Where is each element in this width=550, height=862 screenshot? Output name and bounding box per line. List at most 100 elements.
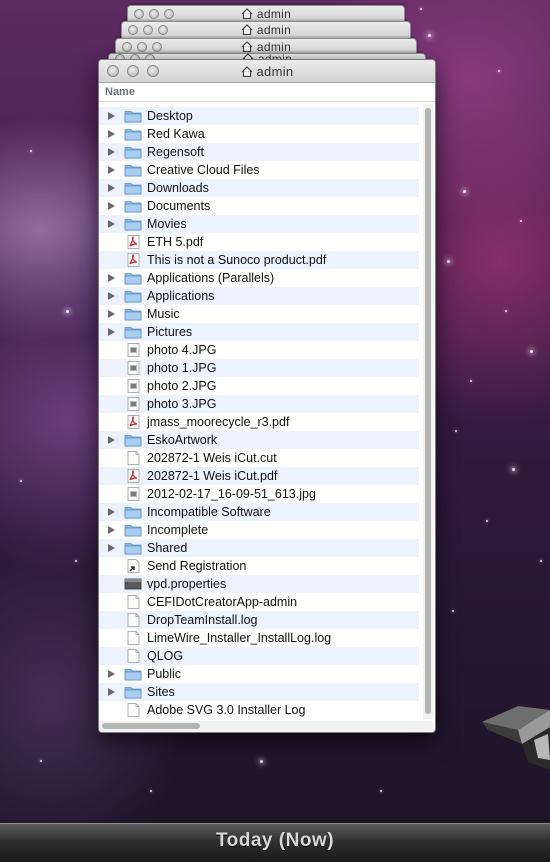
column-header-name[interactable]: Name [99,83,435,102]
file-row[interactable]: EskoArtwork [99,431,419,449]
disclosure-triangle-icon[interactable] [108,274,115,282]
file-name: Music [147,307,180,321]
file-name: 202872-1 Weis iCut.pdf [147,469,278,483]
file-list: Desktop Red Kawa Regensoft Creative Cloud F… [99,107,419,719]
file-name: Pictures [147,325,193,339]
wallpaper-shape [482,706,550,770]
disclosure-triangle-icon[interactable] [108,220,115,228]
file-name: Adobe SVG 3.0 Installer Log [147,703,306,717]
file-name: Red Kawa [147,127,205,141]
file-row[interactable]: 202872-1 Weis iCut.cut [99,449,419,467]
file-name: Applications (Parallels) [147,271,275,285]
file-row[interactable]: Public [99,665,419,683]
disclosure-triangle-icon[interactable] [108,670,115,678]
file-name: photo 2.JPG [147,379,217,393]
folder-icon [124,109,142,123]
file-name: photo 1.JPG [147,361,217,375]
file-name: 2012-02-17_16-09-51_613.jpg [147,487,316,501]
scrollbar-thumb[interactable] [102,723,200,729]
file-name: Incomplete [147,523,209,537]
file-name: Incompatible Software [147,505,271,519]
bottom-bar: Today (Now) [0,823,550,862]
file-row[interactable]: Send Registration [99,557,419,575]
file-row[interactable]: Incompatible Software [99,503,419,521]
file-name: Public [147,667,182,681]
folder-icon [124,181,142,195]
pdf-file-icon [124,415,142,429]
file-name: 202872-1 Weis iCut.cut [147,451,277,465]
scrollbar-thumb[interactable] [425,108,431,714]
image-file-icon [124,487,142,501]
file-row[interactable]: photo 2.JPG [99,377,419,395]
folder-icon [124,145,142,159]
disclosure-triangle-icon[interactable] [108,328,115,336]
disclosure-triangle-icon[interactable] [108,112,115,120]
file-row[interactable]: Applications [99,287,419,305]
folder-icon [124,325,142,339]
disclosure-triangle-icon[interactable] [108,292,115,300]
disclosure-triangle-icon[interactable] [108,508,115,516]
file-row[interactable]: Movies [99,215,419,233]
disclosure-triangle-icon[interactable] [108,184,115,192]
file-row[interactable]: Downloads [99,179,419,197]
file-name: Documents [147,199,211,213]
stacked-window-title: admin [256,23,292,37]
file-row[interactable]: jmass_moorecycle_r3.pdf [99,413,419,431]
file-row[interactable]: Music [99,305,419,323]
file-name: EskoArtwork [147,433,218,447]
file-row[interactable]: vpd.properties [99,575,419,593]
file-row[interactable]: photo 1.JPG [99,359,419,377]
window-titlebar[interactable]: admin [99,60,435,83]
file-row[interactable]: photo 4.JPG [99,341,419,359]
disclosure-triangle-icon[interactable] [108,148,115,156]
folder-icon [124,433,142,447]
file-name: This is not a Sunoco product.pdf [147,253,327,267]
document-icon [124,595,142,609]
file-row[interactable]: Sites [99,683,419,701]
file-row[interactable]: Regensoft [99,143,419,161]
disclosure-triangle-icon[interactable] [108,166,115,174]
file-row[interactable]: This is not a Sunoco product.pdf [99,251,419,269]
document-icon [124,703,142,717]
properties-file-icon [124,577,142,591]
file-name: Downloads [147,181,209,195]
file-name: ETH 5.pdf [147,235,204,249]
folder-icon [124,307,142,321]
horizontal-scrollbar[interactable] [99,721,433,732]
file-row[interactable]: Shared [99,539,419,557]
file-row[interactable]: 202872-1 Weis iCut.pdf [99,467,419,485]
file-row[interactable]: photo 3.JPG [99,395,419,413]
file-row[interactable]: Adobe SVG 3.0 Installer Log [99,701,419,719]
file-row[interactable]: CEFIDotCreatorApp-admin [99,593,419,611]
disclosure-triangle-icon[interactable] [108,310,115,318]
file-name: photo 3.JPG [147,397,217,411]
disclosure-triangle-icon[interactable] [108,202,115,210]
file-row[interactable]: Applications (Parallels) [99,269,419,287]
file-name: Movies [147,217,187,231]
file-row[interactable]: Pictures [99,323,419,341]
file-row[interactable]: DropTeamInstall.log [99,611,419,629]
disclosure-triangle-icon[interactable] [108,526,115,534]
home-icon [241,24,253,35]
file-name: Send Registration [147,559,247,573]
file-name: Creative Cloud Files [147,163,260,177]
file-row[interactable]: LimeWire_Installer_InstallLog.log [99,629,419,647]
file-row[interactable]: Red Kawa [99,125,419,143]
disclosure-triangle-icon[interactable] [108,436,115,444]
file-name: Sites [147,685,175,699]
file-row[interactable]: Incomplete [99,521,419,539]
disclosure-triangle-icon[interactable] [108,544,115,552]
file-row[interactable]: Desktop [99,107,419,125]
file-row[interactable]: ETH 5.pdf [99,233,419,251]
folder-icon [124,199,142,213]
file-name: vpd.properties [147,577,227,591]
file-row[interactable]: Documents [99,197,419,215]
disclosure-triangle-icon[interactable] [108,688,115,696]
file-row[interactable]: QLOG [99,647,419,665]
file-row[interactable]: 2012-02-17_16-09-51_613.jpg [99,485,419,503]
finder-window: admin Name Desktop Red Kawa Regensoft Creat… [98,59,436,733]
today-label[interactable]: Today (Now) [0,830,550,852]
disclosure-triangle-icon[interactable] [108,130,115,138]
file-row[interactable]: Creative Cloud Files [99,161,419,179]
vertical-scrollbar[interactable] [423,104,433,719]
